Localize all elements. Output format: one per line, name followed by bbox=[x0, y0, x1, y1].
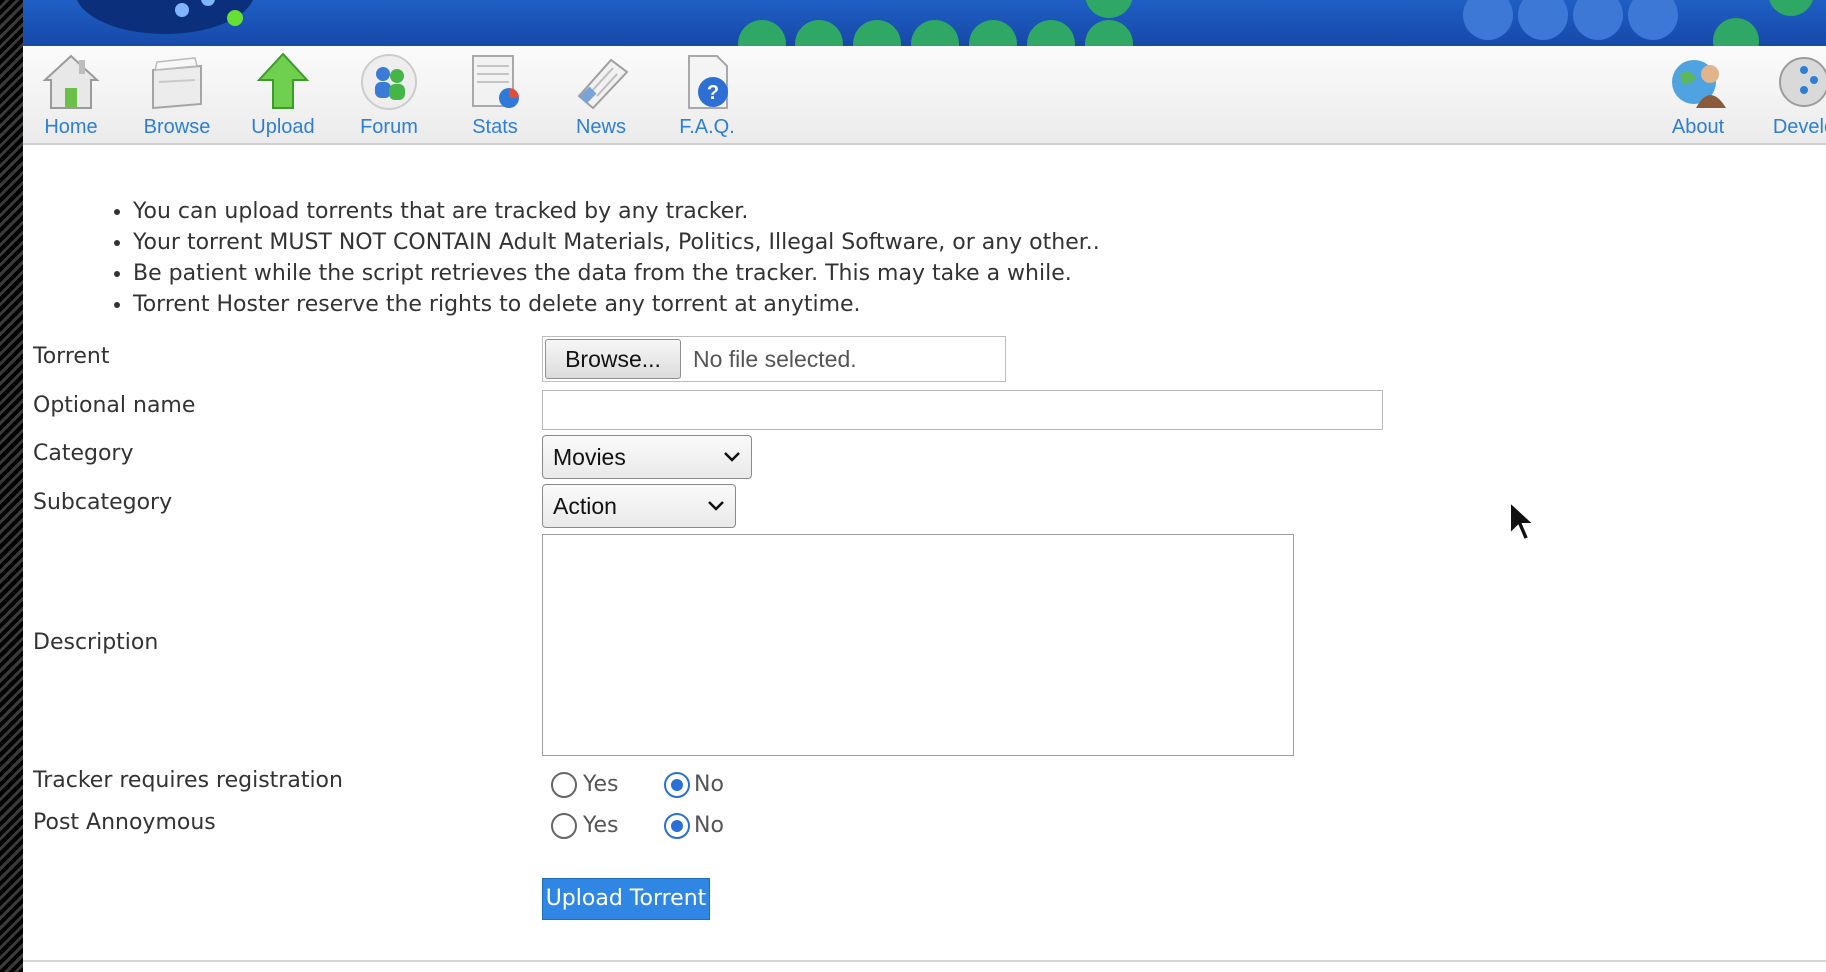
nav-browse[interactable]: Browse bbox=[137, 52, 217, 142]
mouse-cursor-icon bbox=[1509, 500, 1536, 542]
browse-icon bbox=[152, 57, 202, 110]
svg-text:?: ? bbox=[707, 82, 719, 104]
nav-label: Forum bbox=[360, 116, 418, 138]
nav-faq[interactable]: ? F.A.Q. bbox=[667, 52, 747, 142]
home-icon bbox=[42, 54, 100, 109]
rule-item: Your torrent MUST NOT CONTAIN Adult Mate… bbox=[133, 227, 1100, 258]
description-label: Description bbox=[33, 630, 159, 655]
rule-item: Torrent Hoster reserve the rights to del… bbox=[133, 289, 1100, 320]
nav-label: Develo bbox=[1772, 116, 1826, 138]
about-globe-user-icon bbox=[1672, 60, 1726, 108]
footer-divider bbox=[23, 960, 1826, 962]
torrent-label: Torrent bbox=[33, 344, 110, 369]
upload-torrent-button[interactable]: Upload Torrent bbox=[542, 878, 710, 920]
nav-label: Home bbox=[44, 116, 98, 138]
nav-label: Browse bbox=[143, 116, 211, 138]
optional-name-input[interactable] bbox=[542, 390, 1383, 430]
nav-upload[interactable]: Upload bbox=[243, 52, 323, 142]
no-label: No bbox=[694, 772, 724, 797]
nav-forum[interactable]: Forum bbox=[349, 52, 429, 142]
page: Home Browse Upload Forum Stats News ? F.… bbox=[23, 0, 1826, 972]
tracker-registration-no-radio[interactable] bbox=[664, 772, 690, 798]
nav-label: Stats bbox=[472, 116, 518, 138]
nav-news[interactable]: News bbox=[561, 52, 641, 142]
category-selected-value: Movies bbox=[553, 444, 626, 470]
stats-chart-icon bbox=[472, 55, 519, 108]
nav-label: About bbox=[1671, 116, 1725, 138]
nav-home[interactable]: Home bbox=[31, 52, 111, 142]
faq-question-icon: ? bbox=[688, 55, 728, 109]
nav-developer[interactable]: Develo bbox=[1764, 52, 1826, 142]
nav-stats[interactable]: Stats bbox=[455, 52, 535, 142]
category-label: Category bbox=[33, 441, 134, 466]
nav-label: News bbox=[575, 116, 626, 138]
main-navigation: Home Browse Upload Forum Stats News ? F.… bbox=[23, 46, 1826, 145]
window-left-edge bbox=[0, 0, 23, 972]
developer-globe-icon bbox=[1779, 57, 1826, 107]
post-anonymous-no-radio[interactable] bbox=[664, 813, 690, 839]
tracker-registration-yes-radio[interactable] bbox=[551, 772, 577, 798]
forum-users-icon bbox=[361, 54, 417, 110]
nav-about[interactable]: About bbox=[1658, 52, 1738, 142]
chevron-down-icon bbox=[708, 501, 724, 511]
post-anonymous-yes-radio[interactable] bbox=[551, 813, 577, 839]
site-banner bbox=[23, 0, 1826, 46]
nav-label: Upload bbox=[251, 116, 315, 138]
category-select[interactable]: Movies bbox=[542, 435, 752, 479]
subcategory-label: Subcategory bbox=[33, 490, 173, 515]
nav-label: F.A.Q. bbox=[679, 116, 735, 138]
description-textarea[interactable] bbox=[542, 534, 1294, 756]
yes-label: Yes bbox=[583, 813, 619, 838]
rule-item: You can upload torrents that are tracked… bbox=[133, 196, 1100, 227]
site-logo[interactable] bbox=[75, 0, 255, 34]
post-anonymous-label: Post Annoymous bbox=[33, 810, 216, 835]
yes-label: Yes bbox=[583, 772, 619, 797]
no-label: No bbox=[694, 813, 724, 838]
optional-name-label: Optional name bbox=[33, 393, 196, 418]
chevron-down-icon bbox=[724, 452, 740, 462]
upload-arrow-icon bbox=[256, 52, 310, 109]
upload-rules-list: You can upload torrents that are tracked… bbox=[108, 196, 1100, 320]
file-status-text: No file selected. bbox=[693, 346, 857, 372]
tracker-registration-label: Tracker requires registration bbox=[33, 768, 343, 793]
browse-button[interactable]: Browse... bbox=[545, 339, 681, 379]
torrent-file-input[interactable]: Browse... No file selected. bbox=[542, 336, 1006, 382]
rule-item: Be patient while the script retrieves th… bbox=[133, 258, 1100, 289]
news-paper-icon bbox=[577, 58, 629, 110]
subcategory-select[interactable]: Action bbox=[542, 484, 736, 528]
subcategory-selected-value: Action bbox=[553, 493, 617, 519]
